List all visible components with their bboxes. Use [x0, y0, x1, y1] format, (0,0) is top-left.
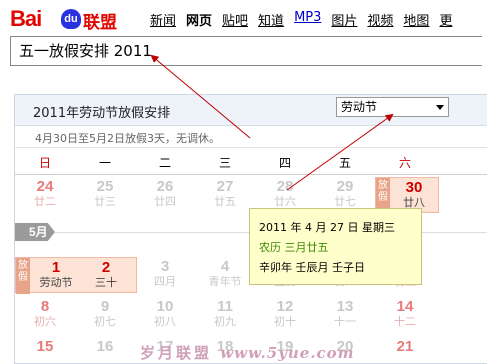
- chevron-down-icon: [436, 105, 444, 110]
- weekday-sat: 六: [398, 156, 411, 170]
- day-apr-29[interactable]: 29 廿七: [325, 179, 365, 209]
- watermark-cn: 岁月联盟: [140, 344, 213, 362]
- watermark-url: www.5yue.com: [220, 344, 355, 362]
- nav-web: 网页: [186, 14, 213, 29]
- paw-icon: du: [61, 9, 81, 29]
- nav-tieba[interactable]: 贴吧: [222, 10, 248, 29]
- nav-news[interactable]: 新闻: [150, 10, 176, 29]
- day-apr-28[interactable]: 28 廿六: [265, 179, 305, 209]
- panel-title: 2011年劳动节放假安排: [33, 106, 171, 121]
- day-may-10[interactable]: 10 初八: [145, 299, 185, 329]
- day-may-21[interactable]: 21: [385, 339, 425, 355]
- day-apr-30: 30 廿八: [403, 179, 425, 210]
- weekday-mon: 一: [98, 156, 111, 170]
- search-input[interactable]: 五一放假安排 2011: [10, 36, 482, 66]
- holiday-tag: 放假: [16, 258, 30, 294]
- divider: [15, 147, 487, 148]
- month-tag-may: 5月: [15, 223, 55, 241]
- day-may-8[interactable]: 8 初六: [25, 299, 65, 329]
- top-nav: 新闻 网页 贴吧 知道 MP3 图片 视频 地图 更: [150, 10, 462, 29]
- day-may-11[interactable]: 11 初九: [205, 299, 245, 329]
- day-may-14[interactable]: 14 十二: [385, 299, 425, 329]
- holiday-select-value: 劳动节: [341, 100, 378, 114]
- nav-more[interactable]: 更: [439, 10, 452, 29]
- nav-mp3[interactable]: MP3: [294, 10, 321, 29]
- day-may-4[interactable]: 4 青年节: [205, 259, 245, 289]
- day-may-1: 1 劳动节: [39, 259, 73, 290]
- weekday-fri: 五: [338, 156, 351, 170]
- day-may-13[interactable]: 13 十一: [325, 299, 365, 329]
- nav-map[interactable]: 地图: [403, 10, 429, 29]
- tooltip-lunar: 农历 三月廿五: [259, 241, 329, 254]
- day-may-15[interactable]: 15: [25, 339, 65, 355]
- day-may-16[interactable]: 16: [85, 339, 125, 355]
- nav-video[interactable]: 视频: [367, 10, 393, 29]
- day-may-2: 2 三十: [95, 259, 117, 290]
- holiday-cell-may-1-2[interactable]: 放假 1 劳动节 2 三十: [15, 257, 137, 294]
- nav-images[interactable]: 图片: [331, 10, 357, 29]
- divider: [15, 174, 487, 175]
- day-apr-25[interactable]: 25 廿三: [85, 179, 125, 209]
- day-may-12[interactable]: 12 初十: [265, 299, 305, 329]
- weekday-wed: 三: [218, 156, 231, 170]
- day-may-9[interactable]: 9 初七: [85, 299, 125, 329]
- date-tooltip: 2011 年 4 月 27 日 星期三 农历 三月廿五 辛卯年 壬辰月 壬子日: [249, 208, 422, 285]
- tooltip-ganzhi: 辛卯年 壬辰月 壬子日: [259, 261, 365, 274]
- weekday-thu: 四: [278, 156, 291, 170]
- holiday-select[interactable]: 劳动节: [336, 97, 449, 117]
- nav-zhidao[interactable]: 知道: [258, 10, 284, 29]
- day-apr-26[interactable]: 26 廿四: [145, 179, 185, 209]
- logo-text: Bai: [10, 6, 42, 31]
- watermark: 岁月联盟 www.5yue.com: [140, 342, 355, 363]
- day-may-3[interactable]: 3 四月: [145, 259, 185, 289]
- baidu-logo[interactable]: Bai du 联盟: [10, 6, 130, 33]
- weekday-header: 日 一 二 三 四 五 六: [15, 154, 487, 170]
- logo-union-text: 联盟: [83, 13, 117, 33]
- weekday-sun: 日: [38, 156, 51, 170]
- tooltip-date: 2011 年 4 月 27 日 星期三: [259, 221, 395, 234]
- weekday-tue: 二: [158, 156, 171, 170]
- day-apr-27[interactable]: 27 廿五: [205, 179, 245, 209]
- day-apr-24[interactable]: 24 廿二: [25, 179, 65, 209]
- holiday-summary: 4月30日至5月2日放假3天，无调休。: [35, 132, 220, 145]
- panel-header: 2011年劳动节放假安排 劳动节: [15, 95, 487, 126]
